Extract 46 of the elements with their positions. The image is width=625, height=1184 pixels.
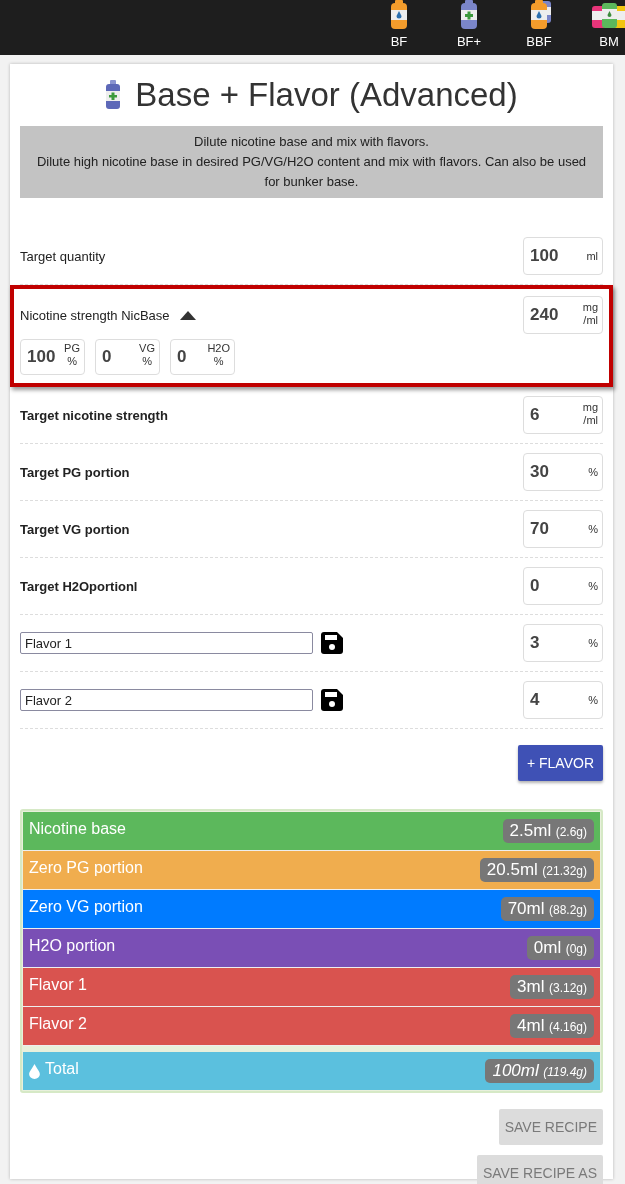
amount-badge: 20.5ml (21.32g) [479, 858, 594, 882]
nav-item[interactable]: BBF [511, 0, 567, 55]
result-label: Flavor 1 [29, 976, 88, 995]
ratio-field[interactable]: 0 VG % [95, 339, 160, 375]
result-label: H2O portion [29, 937, 117, 956]
number-field[interactable]: 3 % [523, 624, 603, 662]
result-label: Nicotine base [29, 820, 127, 839]
amount-badge: 100ml (119.4g) [485, 1059, 594, 1083]
save-icon[interactable] [321, 689, 343, 711]
description-text: Dilute nicotine base and mix with flavors. [194, 133, 429, 151]
amount-badge: 0ml (0g) [526, 936, 594, 960]
field-label: Target H2Oportionl [20, 578, 138, 594]
bottle-icon [105, 80, 122, 110]
number-field[interactable]: 6 mg /ml [523, 396, 603, 434]
amount-badge: 3ml (3.12g) [510, 975, 594, 999]
field-label: Nicotine strength NicBase [20, 307, 170, 323]
page-title: Base + Flavor (Advanced) [135, 76, 518, 114]
field-label: Target nicotine strength [20, 407, 168, 423]
nav-item[interactable]: BF [371, 0, 427, 55]
add-flavor-button[interactable]: + FLAVOR [517, 745, 603, 781]
description-text: Dilute high nicotine base in desired PG/VG/H2O content and mix with flavors. Can also be used for bunker base. [35, 153, 588, 191]
result-label: Total [45, 1060, 80, 1079]
bottles-icon [589, 0, 625, 30]
drop-icon [29, 1063, 40, 1079]
number-field[interactable]: 0 % [523, 567, 603, 605]
nav-item[interactable]: BF+ [441, 0, 497, 55]
amount-badge: 4ml (4.16g) [510, 1014, 594, 1038]
number-field[interactable]: 240 mg /ml [523, 296, 603, 334]
amount-badge: 2.5ml (2.6g) [502, 819, 594, 843]
number-field[interactable]: 70 % [523, 510, 603, 548]
number-field[interactable]: 30 % [523, 453, 603, 491]
field-label: Target PG portion [20, 464, 130, 480]
result-label: Flavor 2 [29, 1015, 88, 1034]
result-label: Zero VG portion [29, 898, 144, 917]
flavor-name-field[interactable]: Flavor 1 [20, 632, 313, 654]
caret-up-icon[interactable] [179, 310, 196, 320]
ratio-field[interactable]: 0 H2O % [170, 339, 235, 375]
number-field[interactable]: 4 % [523, 681, 603, 719]
amount-badge: 70ml (88.2g) [500, 897, 594, 921]
flavor-name-field[interactable]: Flavor 2 [20, 689, 313, 711]
result-label: Zero PG portion [29, 859, 144, 878]
nav-item[interactable]: BM [581, 0, 625, 55]
save-icon[interactable] [321, 632, 343, 654]
number-field[interactable]: 100 ml [523, 237, 603, 275]
field-label: Target quantity [20, 248, 106, 264]
field-label: Target VG portion [20, 521, 130, 537]
